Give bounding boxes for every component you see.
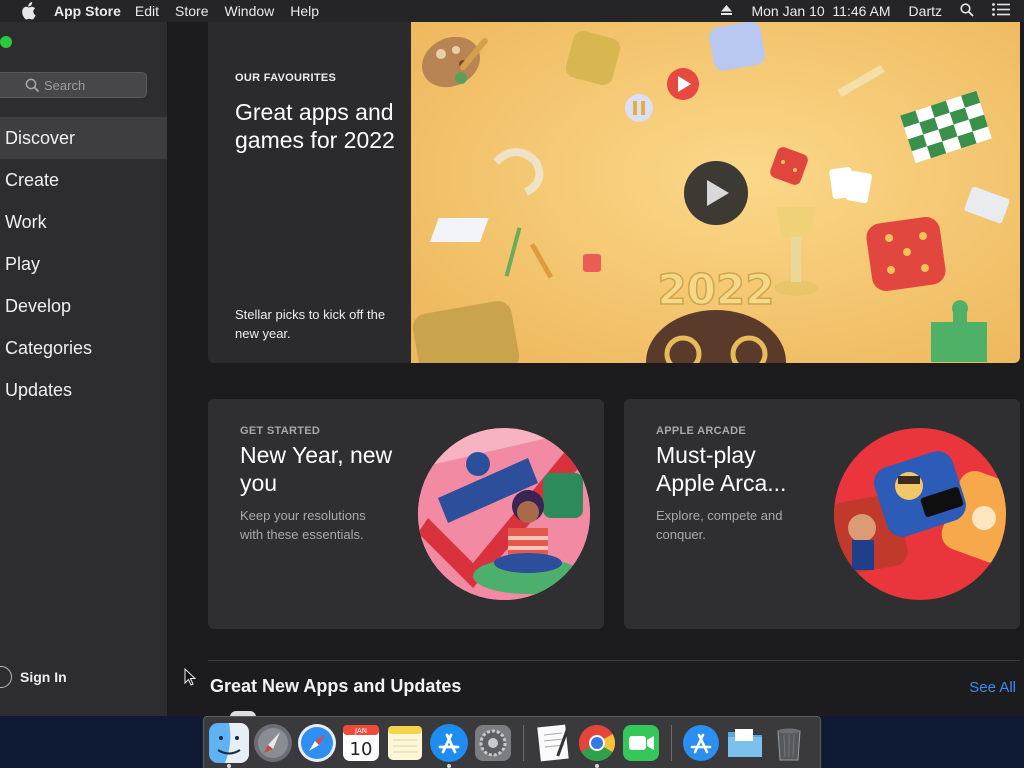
card-description: Explore, compete and conquer. bbox=[656, 508, 783, 542]
sidebar-item-discover[interactable]: Discover bbox=[0, 117, 167, 159]
sign-in-button[interactable]: Sign In bbox=[0, 662, 67, 692]
notes-icon[interactable] bbox=[385, 723, 425, 763]
trash-icon[interactable] bbox=[769, 723, 809, 763]
app-store-icon[interactable] bbox=[429, 723, 469, 768]
card-title: Must-play Apple Arca... bbox=[656, 442, 787, 496]
calendar-month-label: JAN bbox=[354, 727, 367, 735]
sidebar-item-label: Work bbox=[5, 211, 47, 232]
chrome-icon[interactable] bbox=[577, 723, 617, 768]
main-content: OUR FAVOURITES Great apps and games for … bbox=[168, 22, 1024, 716]
menu-help[interactable]: Help bbox=[290, 3, 319, 19]
sidebar-item-label: Play bbox=[5, 253, 41, 274]
search-placeholder: Search bbox=[44, 77, 86, 93]
running-indicator bbox=[447, 763, 451, 768]
system-preferences-icon[interactable] bbox=[473, 723, 513, 763]
menu-window[interactable]: Window bbox=[224, 3, 274, 19]
menu-edit[interactable]: Edit bbox=[135, 3, 159, 19]
running-indicator bbox=[227, 763, 231, 768]
notification-center-icon[interactable] bbox=[992, 3, 1010, 19]
menu-clock[interactable]: Mon Jan 10 11:46 AM bbox=[751, 3, 890, 19]
spotlight-search-icon[interactable] bbox=[960, 2, 974, 20]
facetime-icon[interactable] bbox=[621, 723, 661, 763]
section-title: Great New Apps and Updates bbox=[210, 676, 462, 696]
app-store-folder-icon[interactable] bbox=[681, 723, 721, 763]
mouse-cursor-icon bbox=[184, 667, 197, 686]
menu-app-name[interactable]: App Store bbox=[54, 3, 121, 19]
window-zoom-button[interactable] bbox=[0, 36, 12, 48]
sidebar-item-work[interactable]: Work bbox=[0, 201, 167, 243]
menu-user-name[interactable]: Dartz bbox=[909, 3, 942, 19]
hero-headline: Great apps and games for 2022 bbox=[235, 99, 395, 153]
launchpad-icon[interactable] bbox=[253, 723, 293, 763]
see-all-link[interactable]: See All bbox=[969, 679, 1016, 696]
finder-icon[interactable] bbox=[209, 722, 249, 768]
running-indicator bbox=[595, 763, 599, 768]
story-card-apple-arcade[interactable]: APPLE ARCADE Must-play Apple Arca... Exp… bbox=[624, 399, 1020, 629]
dock: JAN 10 bbox=[203, 716, 821, 768]
sidebar-item-label: Updates bbox=[5, 379, 73, 400]
hero-art-year: 2022 bbox=[658, 265, 775, 314]
hero-play-video-button[interactable] bbox=[684, 161, 748, 225]
sidebar-item-updates[interactable]: Updates bbox=[0, 369, 167, 411]
calendar-day-label: 10 bbox=[350, 739, 373, 760]
documents-folder-icon[interactable] bbox=[725, 723, 765, 763]
card-eyebrow: GET STARTED bbox=[240, 425, 321, 437]
menu-bar: App Store Edit Store Window Help Mon Jan… bbox=[0, 0, 1024, 22]
safari-icon[interactable] bbox=[297, 723, 337, 763]
menu-bar-status-area: Mon Jan 10 11:46 AM Dartz bbox=[720, 0, 1024, 22]
hero-illustration: 2022 bbox=[411, 22, 1020, 363]
hero-subtitle: Stellar picks to kick off the new year. bbox=[235, 307, 386, 341]
hero-eyebrow: OUR FAVOURITES bbox=[235, 72, 337, 84]
apple-menu-icon[interactable] bbox=[20, 2, 38, 20]
sidebar-item-label: Create bbox=[5, 169, 60, 190]
sidebar-item-create[interactable]: Create bbox=[0, 159, 167, 201]
sidebar: Search Discover Create Work Play Develop… bbox=[0, 22, 168, 716]
sidebar-item-label: Discover bbox=[5, 127, 76, 148]
card-title: New Year, new you bbox=[240, 442, 393, 496]
card-eyebrow: APPLE ARCADE bbox=[656, 425, 746, 437]
sidebar-item-categories[interactable]: Categories bbox=[0, 327, 167, 369]
hero-story-card[interactable]: OUR FAVOURITES Great apps and games for … bbox=[208, 22, 1020, 363]
eject-icon[interactable] bbox=[720, 3, 733, 19]
sidebar-item-play[interactable]: Play bbox=[0, 243, 167, 285]
story-card-get-started[interactable]: GET STARTED New Year, new you Keep your … bbox=[208, 399, 604, 629]
sidebar-item-develop[interactable]: Develop bbox=[0, 285, 167, 327]
sidebar-nav: Discover Create Work Play Develop Catego… bbox=[0, 117, 167, 411]
card-illustration bbox=[418, 428, 590, 600]
calendar-icon[interactable]: JAN 10 bbox=[341, 723, 381, 763]
menu-store[interactable]: Store bbox=[175, 3, 208, 19]
dock-separator bbox=[671, 724, 672, 761]
dock-separator bbox=[523, 724, 524, 761]
sign-in-label: Sign In bbox=[20, 669, 67, 685]
section-divider bbox=[208, 660, 1020, 661]
card-illustration bbox=[834, 428, 1006, 600]
sidebar-item-label: Categories bbox=[5, 337, 93, 358]
search-icon bbox=[25, 78, 40, 93]
sidebar-item-label: Develop bbox=[5, 295, 72, 316]
user-avatar-icon bbox=[0, 666, 12, 688]
card-description: Keep your resolutions with these essenti… bbox=[240, 508, 366, 542]
textedit-icon[interactable] bbox=[533, 723, 573, 763]
search-input[interactable]: Search bbox=[0, 72, 147, 98]
